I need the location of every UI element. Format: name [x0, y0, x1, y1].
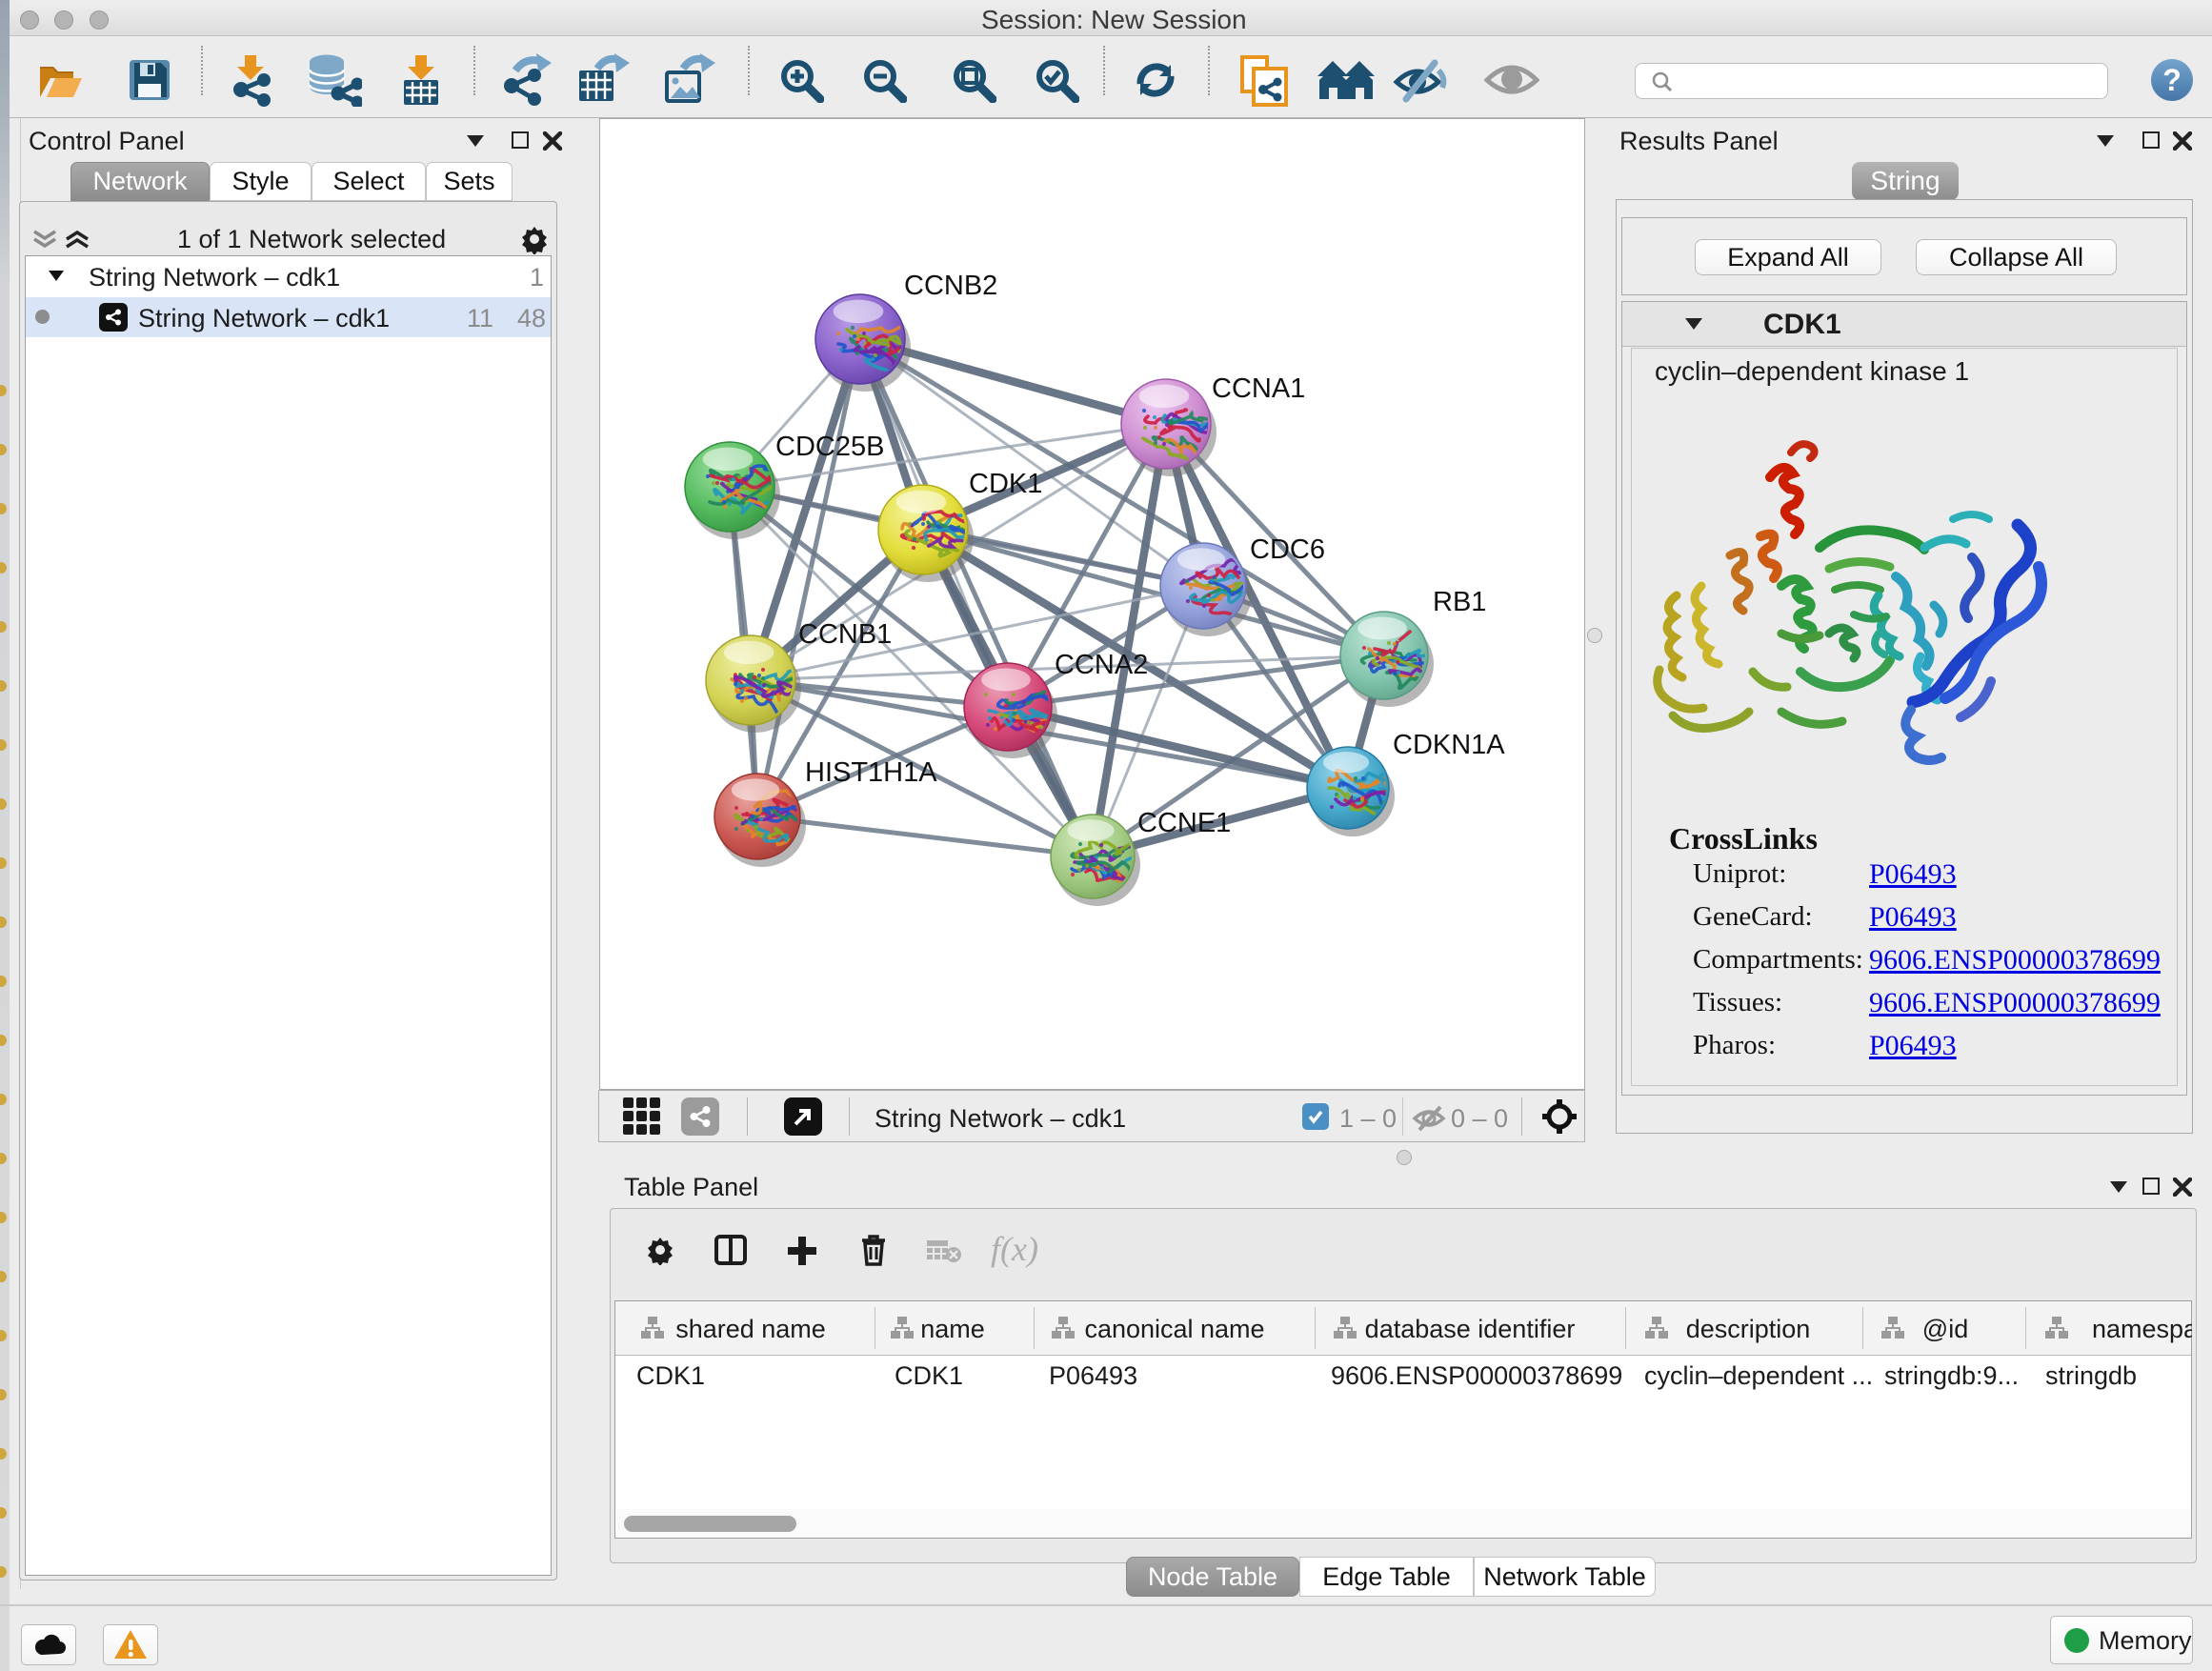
svg-text:CDC6: CDC6 — [1250, 534, 1325, 565]
svg-text:CCNB2: CCNB2 — [904, 271, 997, 301]
svg-text:CCNE1: CCNE1 — [1137, 808, 1231, 838]
svg-text:CCNA1: CCNA1 — [1212, 373, 1305, 404]
svg-text:RB1: RB1 — [1433, 587, 1486, 617]
svg-text:CCNB1: CCNB1 — [798, 619, 892, 650]
svg-text:CCNA2: CCNA2 — [1055, 650, 1148, 680]
svg-text:CDKN1A: CDKN1A — [1393, 730, 1505, 760]
svg-text:CDC25B: CDC25B — [775, 432, 884, 462]
svg-text:HIST1H1A: HIST1H1A — [805, 757, 937, 788]
svg-text:CDK1: CDK1 — [969, 469, 1042, 499]
